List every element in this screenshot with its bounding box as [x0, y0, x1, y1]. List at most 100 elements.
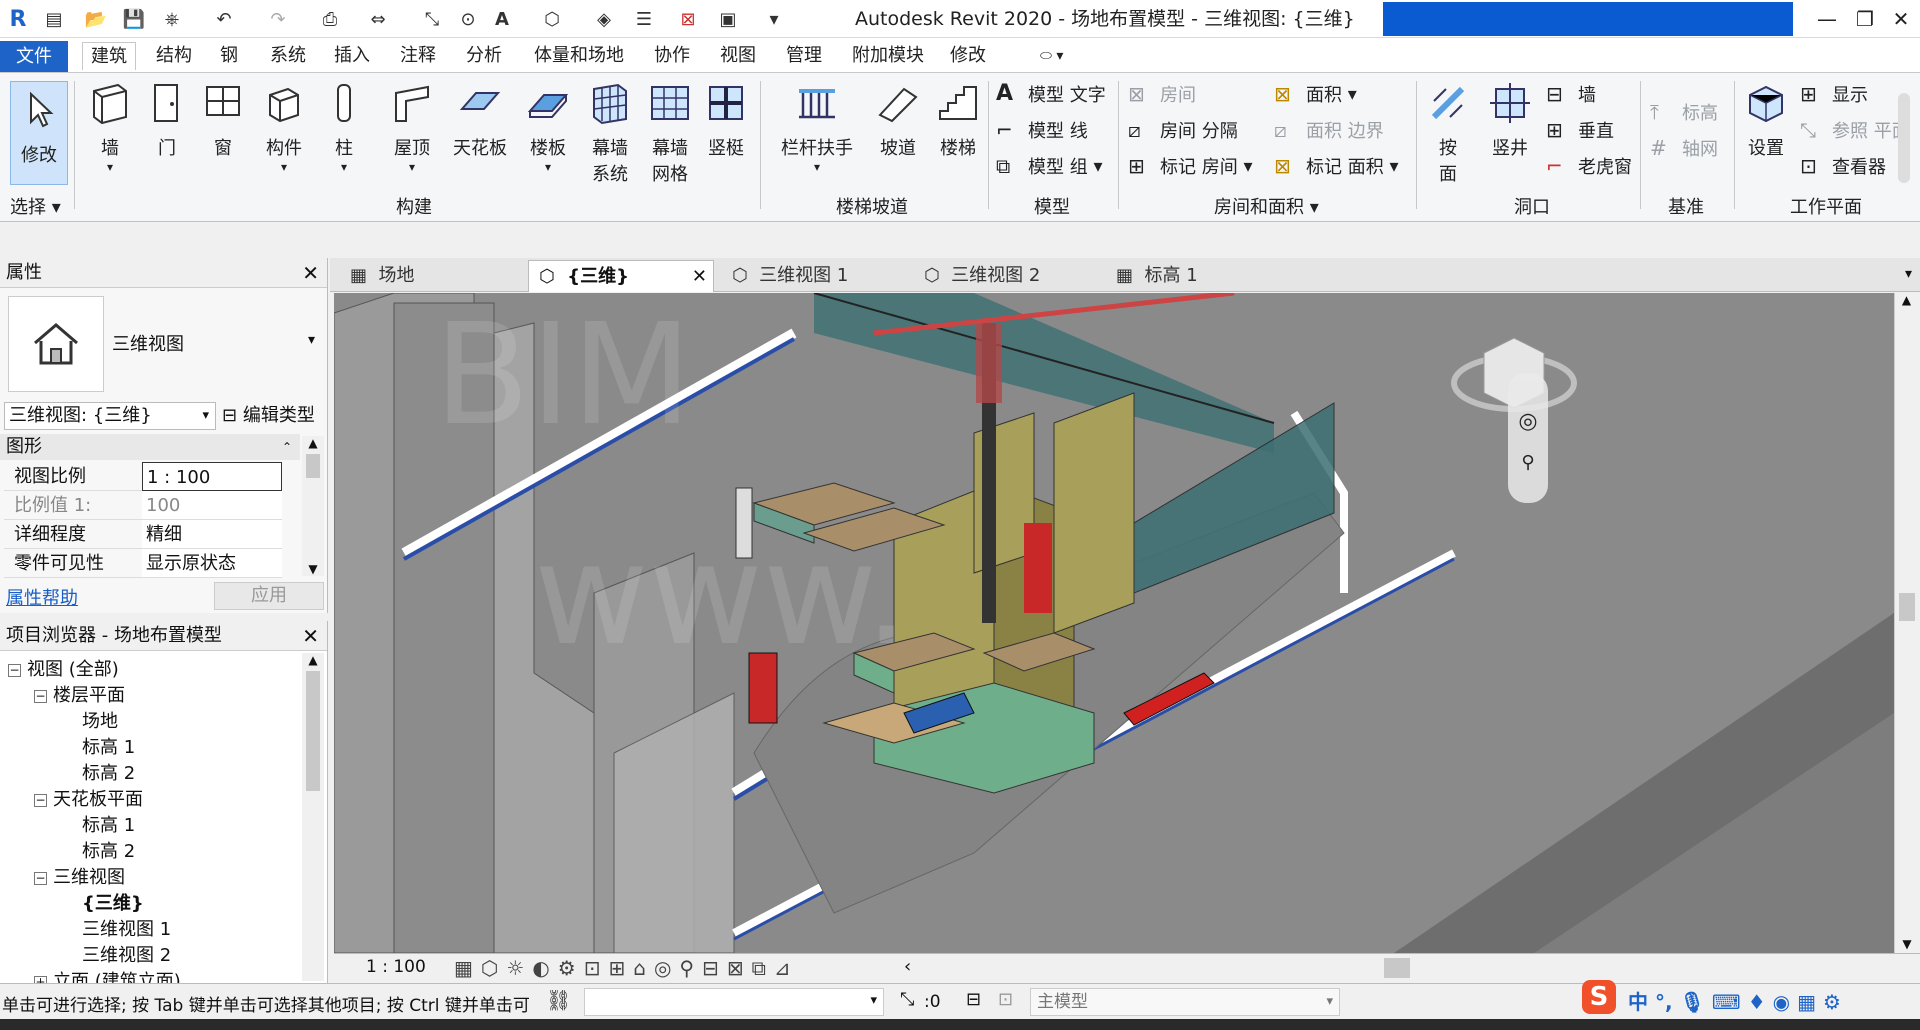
floor-button[interactable]: 楼板 ▾: [520, 81, 576, 174]
tab-view[interactable]: 视图: [712, 42, 764, 70]
design-options-icon[interactable]: ⊟: [966, 989, 981, 1010]
constraints-icon[interactable]: ⊿: [774, 956, 799, 980]
properties-scrollbar[interactable]: ▲ ▼: [302, 436, 324, 576]
tab-modify[interactable]: 修改: [942, 42, 994, 70]
tree-toggle-icon[interactable]: −: [34, 689, 47, 703]
keyboard-icon[interactable]: ⌨: [1712, 990, 1741, 1014]
instance-selector[interactable]: 三维视图: {三维} ▾: [4, 402, 216, 430]
measure-icon[interactable]: ⇔: [366, 7, 390, 31]
browser-node[interactable]: − 视图 (全部): [8, 655, 119, 681]
hscroll-thumb[interactable]: [1384, 958, 1410, 978]
model-line-button[interactable]: ⌐ 模型 线: [996, 115, 1088, 145]
show-workplane-button[interactable]: ⊞ 显示: [1800, 79, 1868, 109]
ramp-button[interactable]: 坡道: [870, 81, 926, 160]
view-scale-input[interactable]: 1 : 100: [142, 462, 282, 491]
edit-type-button[interactable]: ⊟ 编辑类型: [222, 402, 315, 430]
tab-collaborate[interactable]: 协作: [646, 42, 698, 70]
browser-node[interactable]: − 天花板平面: [34, 785, 143, 811]
browser-scrollbar[interactable]: ▲: [302, 653, 324, 981]
browser-node[interactable]: 标高 2: [82, 759, 135, 785]
area-button[interactable]: ⊠ 面积 ▾: [1274, 79, 1357, 109]
room-area-group-dropdown[interactable]: 房间和面积 ▾: [1214, 193, 1319, 219]
tabs-menu-icon[interactable]: ▾: [1905, 266, 1912, 282]
properties-close-icon[interactable]: ✕: [302, 258, 319, 288]
modify-button[interactable]: 修改: [10, 81, 68, 185]
wall-opening-button[interactable]: ⊟ 墙: [1546, 79, 1596, 109]
view-tab-3d-1[interactable]: ⬡ 三维视图 1: [722, 260, 908, 292]
view-tab-3d[interactable]: ⬡ {三维} ✕: [528, 260, 714, 292]
analytical-icon[interactable]: ⊠: [727, 956, 752, 980]
detail-level-value[interactable]: 精细: [142, 520, 282, 549]
worksharing-icon[interactable]: ⊟: [702, 956, 727, 980]
steering-wheel-icon[interactable]: ◎: [1508, 409, 1548, 434]
room-separator-button[interactable]: ⧄ 房间 分隔: [1128, 115, 1238, 145]
view-tab-site[interactable]: ▦ 场地: [340, 260, 520, 292]
tab-analyze[interactable]: 分析: [458, 42, 510, 70]
temp-hide-icon[interactable]: ◎: [654, 956, 679, 980]
roof-button[interactable]: 屋顶 ▾: [384, 81, 440, 174]
open-icon[interactable]: 📂: [84, 7, 108, 31]
ime-punct-icon[interactable]: °,: [1655, 990, 1673, 1014]
tab-addins[interactable]: 附加模块: [844, 42, 932, 70]
thin-lines-icon[interactable]: ☰: [632, 7, 656, 31]
microphone-icon[interactable]: 🎙: [1680, 990, 1705, 1014]
tag-room-button[interactable]: ⊞ 标记 房间 ▾: [1128, 151, 1253, 181]
mullion-button[interactable]: 竖梃: [700, 81, 752, 160]
parts-visibility-value[interactable]: 显示原状态: [142, 549, 282, 578]
browser-node[interactable]: − 楼层平面: [34, 681, 125, 707]
tab-architecture[interactable]: 建筑: [82, 42, 136, 70]
worksets-icon[interactable]: ⛓: [546, 988, 571, 1012]
tab-massing-site[interactable]: 体量和场地: [526, 42, 632, 70]
browser-close-icon[interactable]: ✕: [302, 621, 319, 651]
view-scale[interactable]: 1 : 100: [366, 957, 426, 977]
browser-node[interactable]: 标高 2: [82, 837, 135, 863]
save-icon[interactable]: 💾: [122, 7, 146, 31]
properties-help-link[interactable]: 属性帮助: [6, 584, 78, 610]
close-icon[interactable]: ✕: [1886, 6, 1916, 32]
navigation-bar[interactable]: ◎ ⚲: [1508, 373, 1548, 503]
door-button[interactable]: 门: [142, 81, 192, 160]
reveal-hidden-icon[interactable]: ⚲: [679, 956, 702, 980]
level-button[interactable]: ⤒ 标高: [1650, 97, 1718, 127]
redo-icon[interactable]: ↷: [266, 7, 290, 31]
zoom-icon[interactable]: ⚲: [1508, 452, 1548, 473]
panel-toggle-icon[interactable]: ⬭ ▾: [1032, 42, 1071, 70]
tag-icon[interactable]: ⊙: [456, 7, 480, 31]
workset-dropdown[interactable]: ▾: [584, 988, 884, 1016]
text-icon[interactable]: A: [490, 7, 514, 31]
column-button[interactable]: 柱 ▾: [322, 81, 366, 174]
skin-icon[interactable]: ♦: [1748, 990, 1766, 1014]
undo-icon[interactable]: ↶: [212, 7, 236, 31]
graphics-section[interactable]: 图形 ⌃: [0, 434, 300, 460]
print-icon[interactable]: ⎙: [318, 7, 342, 31]
3d-view-icon[interactable]: ⬡: [540, 7, 564, 31]
section-icon[interactable]: ◈: [592, 7, 616, 31]
browser-node[interactable]: − 三维视图: [34, 863, 125, 889]
scroll-thumb[interactable]: [1899, 593, 1915, 621]
revit-logo-icon[interactable]: R: [6, 7, 30, 32]
minimize-icon[interactable]: —: [1812, 6, 1842, 32]
crop-view-icon[interactable]: ⊡: [584, 956, 609, 980]
tree-toggle-icon[interactable]: −: [8, 663, 21, 677]
detail-level-icon[interactable]: ▦: [454, 956, 481, 980]
type-dropdown-icon[interactable]: ▾: [308, 332, 315, 348]
tree-toggle-icon[interactable]: −: [34, 871, 47, 885]
highlight-icon[interactable]: ⧉: [752, 956, 774, 980]
home-icon[interactable]: ▤: [42, 7, 66, 31]
design-option-dropdown[interactable]: 主模型 ▾: [1030, 988, 1340, 1016]
view-tab-3d-2[interactable]: ⬡ 三维视图 2: [914, 260, 1100, 292]
visual-style-icon[interactable]: ⬡: [481, 956, 506, 980]
model-text-button[interactable]: A 模型 文字: [996, 79, 1106, 109]
curtain-system-button[interactable]: 幕墙 系统: [582, 81, 638, 186]
tab-insert[interactable]: 插入: [326, 42, 378, 70]
tree-toggle-icon[interactable]: −: [34, 793, 47, 807]
sync-icon[interactable]: ⎈: [160, 7, 184, 31]
viewer-button[interactable]: ⊡ 查看器: [1800, 151, 1886, 181]
tab-file[interactable]: 文件: [0, 41, 68, 72]
scroll-thumb[interactable]: [306, 454, 320, 478]
shadows-icon[interactable]: ◐: [532, 956, 557, 980]
ceiling-button[interactable]: 天花板: [448, 81, 512, 160]
ribbon-scrollbar[interactable]: [1898, 93, 1910, 183]
model-group-button[interactable]: ⧉ 模型 组 ▾: [996, 151, 1103, 181]
browser-node[interactable]: 标高 1: [82, 733, 135, 759]
